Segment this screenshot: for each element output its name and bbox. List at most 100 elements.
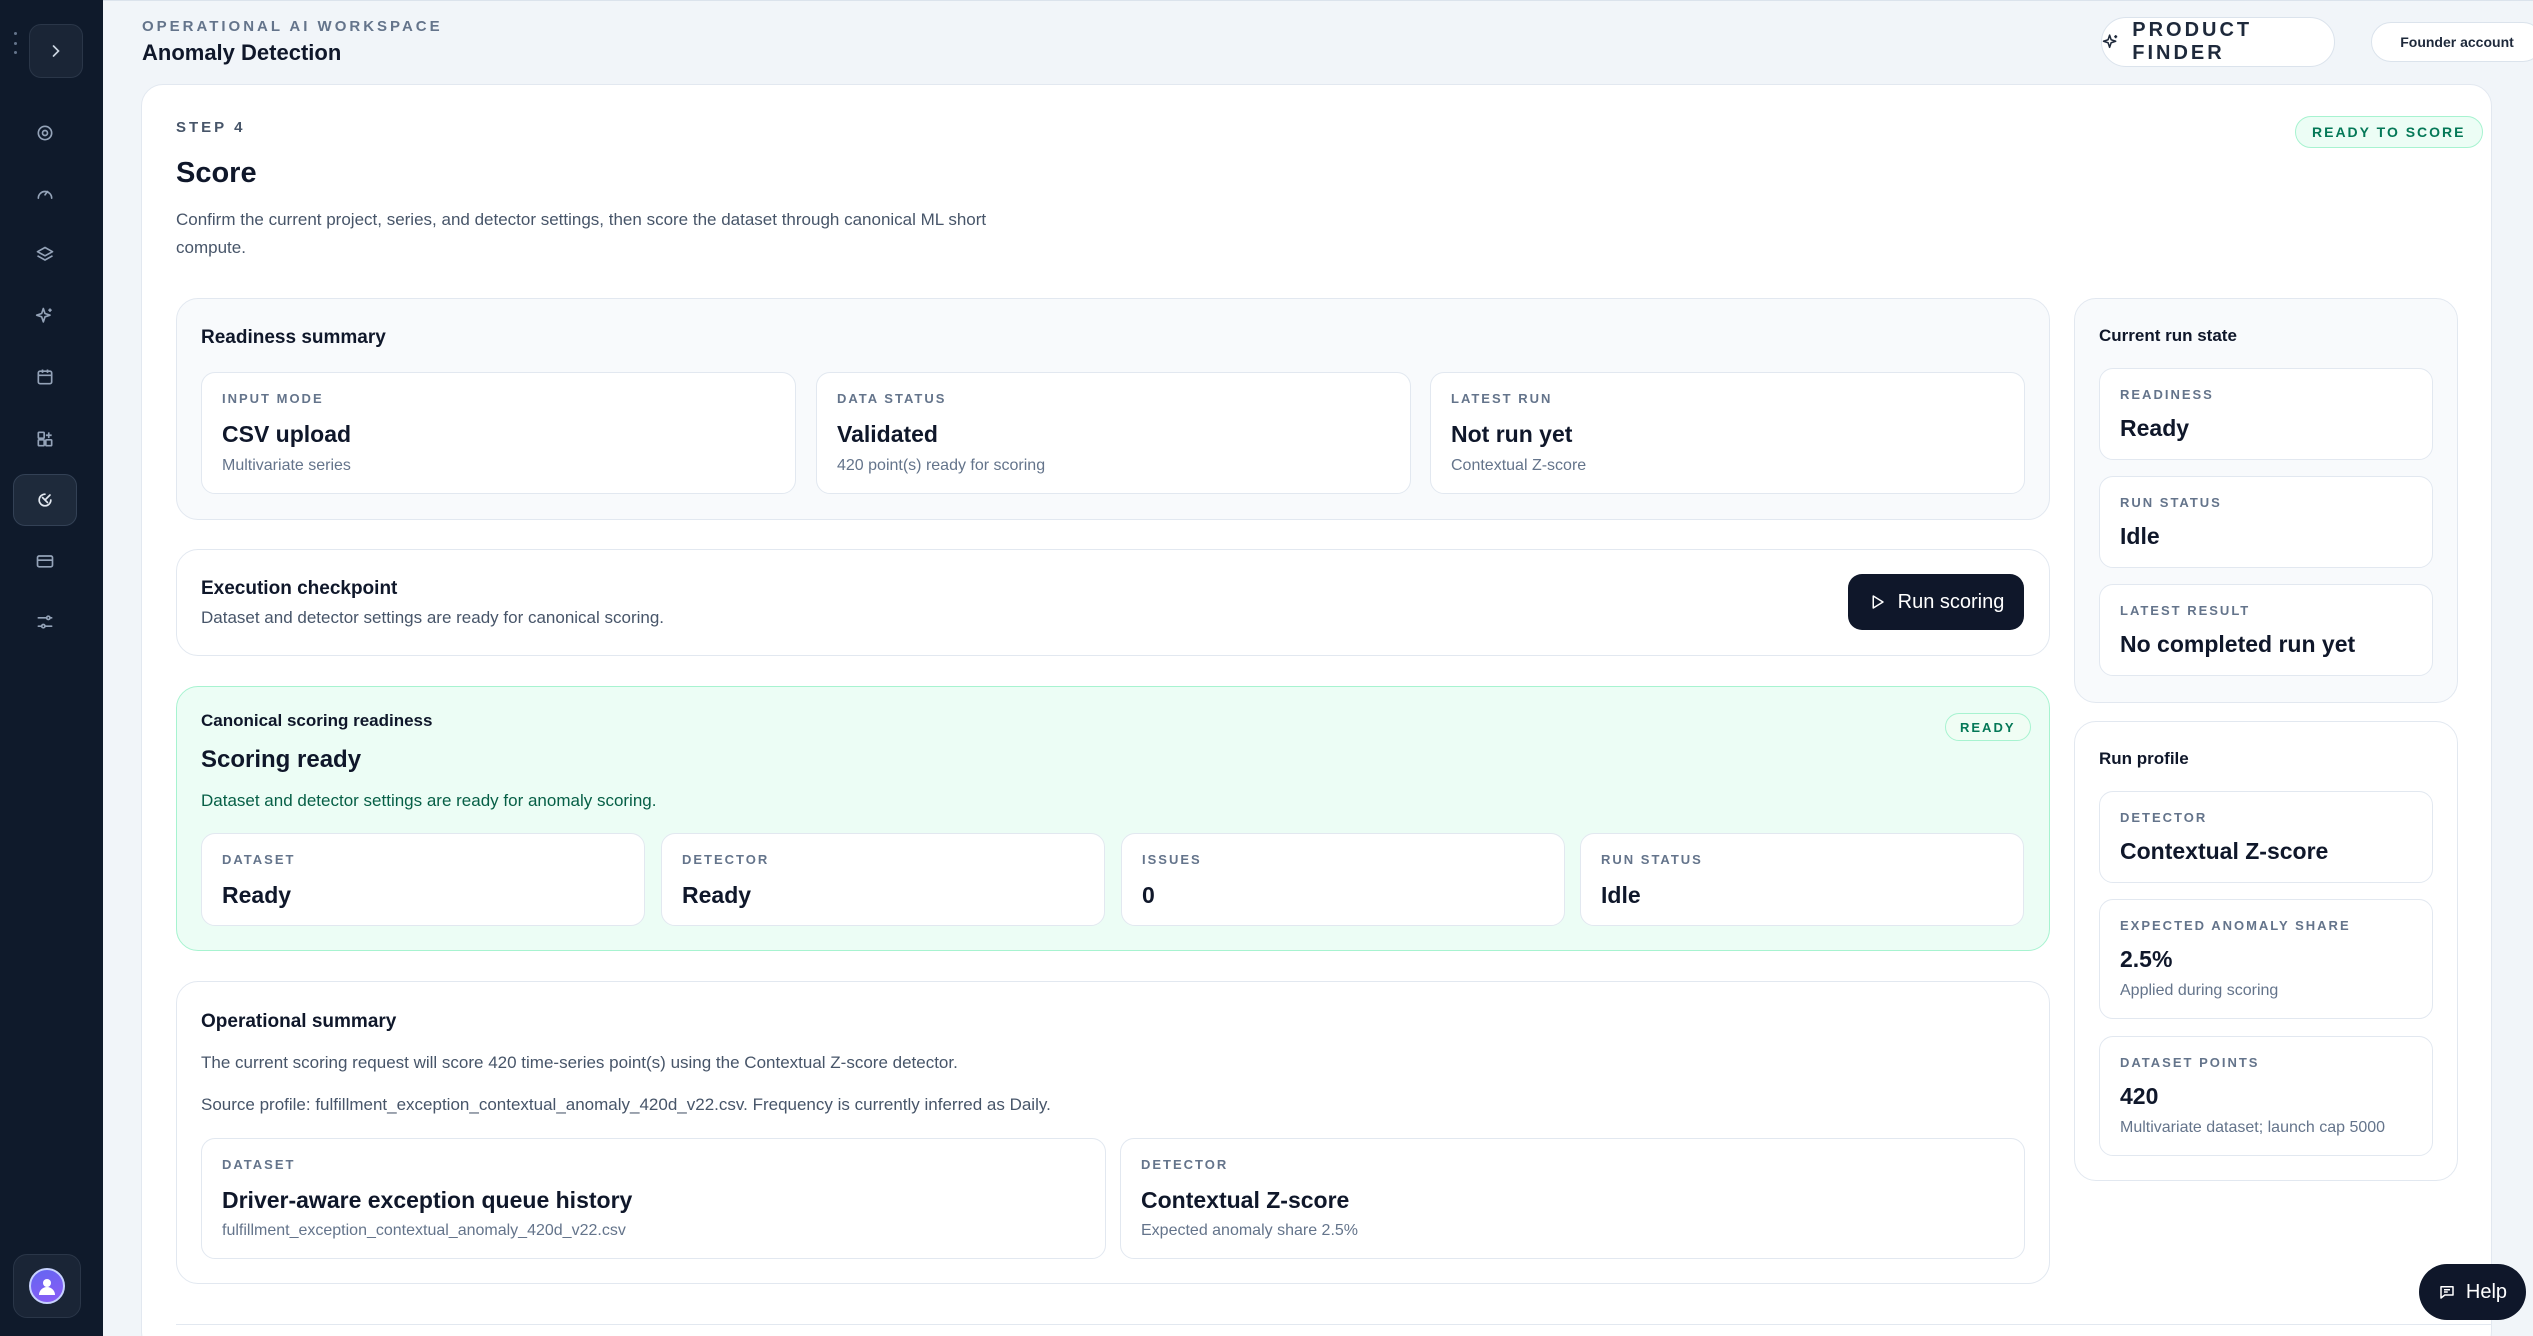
- play-icon: [1872, 595, 1884, 609]
- product-finder-button[interactable]: PRODUCT FINDER: [2101, 17, 2335, 67]
- tile-value: Idle: [2120, 523, 2160, 549]
- sidebar-item-billing[interactable]: [13, 535, 77, 587]
- execution-checkpoint-subtext: Dataset and detector settings are ready …: [201, 608, 665, 627]
- user-avatar-button[interactable]: [13, 1254, 81, 1318]
- sparkle-icon: [35, 307, 52, 323]
- layers-icon: [36, 246, 54, 261]
- tile-label: DATASET: [222, 852, 296, 867]
- operational-summary-title: Operational summary: [201, 1011, 397, 1032]
- card-icon: [36, 555, 54, 568]
- help-label: Help: [2465, 1280, 2508, 1303]
- divider: [176, 1324, 2492, 1325]
- chat-icon: [2440, 1286, 2454, 1299]
- account-button[interactable]: Founder account: [2371, 22, 2533, 62]
- execution-checkpoint-card: [176, 549, 2050, 656]
- expected-anomaly-share-tile: EXPECTED ANOMALY SHARE 2.5% Applied duri…: [2099, 899, 2433, 1019]
- ready-badge: READY: [1945, 713, 2031, 741]
- tile-subtext: 420 point(s) ready for scoring: [837, 457, 1046, 474]
- status-badge: READY TO SCORE: [2295, 116, 2483, 148]
- page-title: Anomaly Detection: [142, 40, 342, 65]
- calendar-icon: [37, 369, 53, 385]
- canonical-readiness-title: Scoring ready: [201, 746, 362, 773]
- tile-value: Idle: [1601, 882, 1641, 908]
- drag-handle[interactable]: [14, 32, 18, 54]
- help-button[interactable]: Help: [2419, 1264, 2526, 1320]
- execution-checkpoint-title: Execution checkpoint: [201, 578, 398, 599]
- sidebar-item-apps[interactable]: [13, 413, 77, 465]
- tile-value: Driver-aware exception queue history: [222, 1187, 633, 1213]
- run-scoring-label: Run scoring: [1897, 590, 2005, 613]
- tile-subtext: Expected anomaly share 2.5%: [1141, 1222, 1359, 1239]
- tile-label: RUN STATUS: [2120, 495, 2222, 510]
- sidebar-expand-button[interactable]: [29, 24, 83, 78]
- tile-value: Ready: [222, 882, 292, 908]
- tile-value: 2.5%: [2120, 946, 2173, 972]
- apps-icon: [37, 431, 53, 447]
- tile-subtext: Multivariate series: [222, 457, 351, 474]
- readiness-summary-title: Readiness summary: [201, 327, 386, 348]
- operational-summary-line: The current scoring request will score 4…: [201, 1053, 958, 1072]
- run-status-tile: RUN STATUS Idle: [1580, 833, 2024, 926]
- tile-value: 0: [1142, 882, 1155, 908]
- anomaly-icon: [38, 493, 52, 507]
- top-header: OPERATIONAL AI WORKSPACE Anomaly Detecti…: [103, 0, 2533, 84]
- data-status-tile: DATA STATUS Validated 420 point(s) ready…: [816, 372, 1411, 494]
- canonical-readiness-subtext: Dataset and detector settings are ready …: [201, 791, 657, 810]
- latest-run-tile: LATEST RUN Not run yet Contextual Z-scor…: [1430, 372, 2025, 494]
- tile-subtext: fulfillment_exception_contextual_anomaly…: [222, 1222, 626, 1239]
- sliders-icon: [37, 615, 53, 629]
- tile-subtext: Applied during scoring: [2120, 982, 2279, 999]
- user-icon: [39, 1279, 55, 1295]
- tile-label: LATEST RESULT: [2120, 603, 2251, 618]
- step-description: Confirm the current project, series, and…: [176, 210, 987, 257]
- tile-value: Not run yet: [1451, 421, 1573, 447]
- step-eyebrow: STEP 4: [176, 119, 246, 136]
- tile-label: RUN STATUS: [1601, 852, 1703, 867]
- run-scoring-button[interactable]: Run scoring: [1848, 574, 2024, 630]
- detector-summary-tile: DETECTOR Contextual Z-score Expected ano…: [1120, 1138, 2025, 1259]
- tile-value: Ready: [682, 882, 752, 908]
- run-status-tile: RUN STATUS Idle: [2099, 476, 2433, 568]
- tile-label: DETECTOR: [682, 852, 770, 867]
- tile-label: ISSUES: [1142, 852, 1202, 867]
- tile-value: Validated: [837, 421, 938, 447]
- tile-label: DETECTOR: [1141, 1157, 1229, 1172]
- sidebar-item-anomaly[interactable]: [13, 474, 77, 526]
- canonical-readiness-eyebrow: Canonical scoring readiness: [201, 711, 433, 730]
- tile-value: No completed run yet: [2120, 631, 2356, 657]
- gauge-icon: [37, 190, 53, 199]
- detector-tile: DETECTOR Contextual Z-score: [2099, 791, 2433, 883]
- workspace-eyebrow: OPERATIONAL AI WORKSPACE: [142, 18, 443, 35]
- issues-tile: ISSUES 0: [1121, 833, 1565, 926]
- tile-label: DATASET POINTS: [2120, 1055, 2260, 1070]
- readiness-tile: READINESS Ready: [2099, 368, 2433, 460]
- dataset-summary-tile: DATASET Driver-aware exception queue his…: [201, 1138, 1106, 1259]
- tile-label: READINESS: [2120, 387, 2214, 402]
- sidebar-item-calendar[interactable]: [13, 351, 77, 403]
- sidebar-item-layers[interactable]: [13, 229, 77, 281]
- product-finder-label: PRODUCT FINDER: [2132, 19, 2253, 64]
- tile-label: DATASET: [222, 1157, 296, 1172]
- tile-value: Contextual Z-score: [2120, 838, 2329, 864]
- gear-icon: [37, 125, 53, 141]
- run-profile-title: Run profile: [2099, 749, 2189, 768]
- tile-value: Contextual Z-score: [1141, 1187, 1350, 1213]
- sidebar-item-settings[interactable]: [13, 107, 77, 159]
- step-title: Score: [176, 157, 257, 189]
- sidebar: [0, 0, 103, 1336]
- chevron-right-icon: [52, 45, 60, 57]
- dataset-points-tile: DATASET POINTS 420 Multivariate dataset;…: [2099, 1036, 2433, 1156]
- tile-subtext: Multivariate dataset; launch cap 5000: [2120, 1119, 2386, 1136]
- detector-readiness-tile: DETECTOR Ready: [661, 833, 1105, 926]
- sidebar-item-dashboard[interactable]: [13, 168, 77, 220]
- operational-summary-line: Source profile: fulfillment_exception_co…: [201, 1095, 1051, 1114]
- tile-label: DATA STATUS: [837, 391, 947, 406]
- tile-value: 420: [2120, 1083, 2159, 1109]
- dataset-readiness-tile: DATASET Ready: [201, 833, 645, 926]
- avatar: [29, 1268, 65, 1304]
- sidebar-item-preferences[interactable]: [13, 596, 77, 648]
- sidebar-item-ai[interactable]: [13, 290, 77, 342]
- latest-result-tile: LATEST RESULT No completed run yet: [2099, 584, 2433, 676]
- tile-value: Ready: [2120, 415, 2190, 441]
- tile-subtext: Contextual Z-score: [1451, 457, 1587, 474]
